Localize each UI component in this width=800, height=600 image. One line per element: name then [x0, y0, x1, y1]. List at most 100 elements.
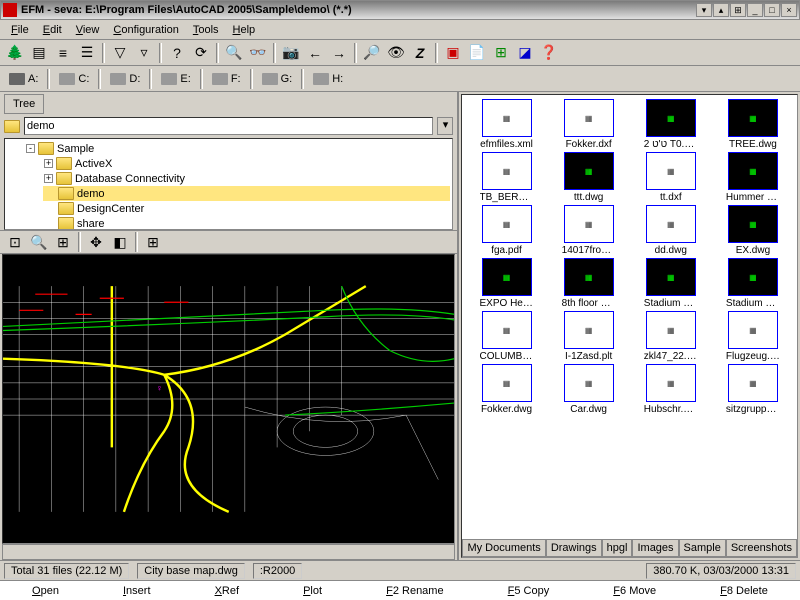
- drive-h[interactable]: H:: [308, 70, 348, 88]
- layers-icon[interactable]: ◧: [109, 231, 131, 253]
- folder-tab[interactable]: Images: [632, 540, 678, 557]
- maximize-button[interactable]: □: [764, 3, 780, 17]
- tree-node[interactable]: -Sample: [25, 141, 450, 156]
- detail-icon[interactable]: ☰: [76, 42, 98, 64]
- thumbnail[interactable]: ▦COLUMBIA…: [466, 311, 546, 362]
- zoom-icon[interactable]: 🔎: [361, 42, 383, 64]
- fn-open[interactable]: Open: [32, 585, 59, 597]
- folder-tab[interactable]: My Documents: [462, 540, 545, 557]
- fwd-icon[interactable]: →: [328, 42, 350, 64]
- help-icon[interactable]: ❓: [538, 42, 560, 64]
- thumbnail[interactable]: ▦Flugzeug.d…: [713, 311, 793, 362]
- app-icon[interactable]: ◪: [514, 42, 536, 64]
- menu-file[interactable]: File: [4, 22, 36, 38]
- new-window-icon[interactable]: ▣: [442, 42, 464, 64]
- fn-f8-delete[interactable]: F8 Delete: [720, 585, 768, 597]
- fn-f2-rename[interactable]: F2 Rename: [386, 585, 444, 597]
- excel-icon[interactable]: ⊞: [490, 42, 512, 64]
- lightning-icon[interactable]: Z: [409, 42, 431, 64]
- thumbnail[interactable]: ▦dd.dwg: [631, 205, 711, 256]
- thumbnail[interactable]: ▦tt.dxf: [631, 152, 711, 203]
- doc-icon[interactable]: 📄: [466, 42, 488, 64]
- menu-tools[interactable]: Tools: [186, 22, 226, 38]
- zoom-extents-icon[interactable]: ⊡: [4, 231, 26, 253]
- tree-panel[interactable]: -Sample+ActiveX+Database Connectivitydem…: [4, 138, 453, 230]
- menu-edit[interactable]: Edit: [36, 22, 69, 38]
- fn-plot[interactable]: Plot: [303, 585, 322, 597]
- menu-configuration[interactable]: Configuration: [106, 22, 185, 38]
- tree-node[interactable]: +ActiveX: [43, 156, 450, 171]
- search-icon[interactable]: 🔍: [223, 42, 245, 64]
- eye-icon[interactable]: 👁: [385, 42, 407, 64]
- filter-icon[interactable]: ▽: [109, 42, 131, 64]
- close-button[interactable]: ×: [781, 3, 797, 17]
- menu-help[interactable]: Help: [226, 22, 263, 38]
- drive-g[interactable]: G:: [257, 70, 298, 88]
- status-total: Total 31 files (22.12 M): [4, 563, 129, 579]
- thumbnail[interactable]: ▦Fokker.dxf: [549, 99, 629, 150]
- path-dropdown[interactable]: ▾: [437, 117, 453, 135]
- camera-icon[interactable]: 📷: [280, 42, 302, 64]
- thumbnail[interactable]: ▦sitzgruppe…: [713, 364, 793, 415]
- sys-btn[interactable]: ▴: [713, 3, 729, 17]
- tree-node[interactable]: share: [43, 216, 450, 230]
- thumbnail[interactable]: ▦TREE.dwg: [713, 99, 793, 150]
- list-icon[interactable]: ≡: [52, 42, 74, 64]
- minimize-button[interactable]: _: [747, 3, 763, 17]
- fn-f6-move[interactable]: F6 Move: [613, 585, 656, 597]
- thumbnail[interactable]: ▦I-1Zasd.plt: [549, 311, 629, 362]
- thumbnail[interactable]: ▦Hummer El…: [713, 152, 793, 203]
- tree-node[interactable]: demo: [43, 186, 450, 201]
- thumbnail[interactable]: ▦fga.pdf: [466, 205, 546, 256]
- thumbnail[interactable]: ▦ttt.dwg: [549, 152, 629, 203]
- binoculars-icon[interactable]: 👓: [247, 42, 269, 64]
- cad-viewport[interactable]: ♀: [2, 254, 455, 544]
- tree-node[interactable]: DesignCenter: [43, 201, 450, 216]
- thumbnail[interactable]: ▦Car.dwg: [549, 364, 629, 415]
- path-input[interactable]: [24, 117, 433, 135]
- zoom-in-icon[interactable]: 🔍: [28, 231, 50, 253]
- thumbnail[interactable]: ▦Hubschr.dwg: [631, 364, 711, 415]
- thumbnail[interactable]: ▦8th floor hv…: [549, 258, 629, 309]
- titlebar: EFM - seva: E:\Program Files\AutoCAD 200…: [0, 0, 800, 20]
- menu-view[interactable]: View: [69, 22, 107, 38]
- drive-d[interactable]: D:: [105, 70, 145, 88]
- thumbnail[interactable]: ▦2 ט'ט T0.d…: [631, 99, 711, 150]
- tree-icon[interactable]: 🌲: [4, 42, 26, 64]
- grid-icon[interactable]: ⊞: [142, 231, 164, 253]
- fn-insert[interactable]: Insert: [123, 585, 151, 597]
- drive-f[interactable]: F:: [207, 70, 246, 88]
- drive-c[interactable]: C:: [54, 70, 94, 88]
- fn-f5-copy[interactable]: F5 Copy: [508, 585, 550, 597]
- drive-a[interactable]: A:: [4, 70, 43, 88]
- fn-xref[interactable]: XRef: [215, 585, 239, 597]
- thumbnail[interactable]: ▦zkl47_22.P…: [631, 311, 711, 362]
- thumbnail[interactable]: ▦EXPO Hea…: [466, 258, 546, 309]
- info-icon[interactable]: ?: [166, 42, 188, 64]
- pan-icon[interactable]: ✥: [85, 231, 107, 253]
- thumbnail[interactable]: ▦EX.dwg: [713, 205, 793, 256]
- thumbnail[interactable]: ▦14017from…: [549, 205, 629, 256]
- tree-tab[interactable]: Tree: [4, 94, 44, 114]
- view-icon[interactable]: ▤: [28, 42, 50, 64]
- thumbnail[interactable]: ▦TB_BER~1…: [466, 152, 546, 203]
- back-icon[interactable]: ←: [304, 42, 326, 64]
- thumbnail[interactable]: ▦efmfiles.xml: [466, 99, 546, 150]
- thumbnail[interactable]: ▦Stadium Pl…: [713, 258, 793, 309]
- thumbnail-grid[interactable]: ▦efmfiles.xml▦Fokker.dxf▦2 ט'ט T0.d…▦TRE…: [462, 95, 797, 539]
- h-scrollbar[interactable]: [2, 544, 455, 560]
- sort-icon[interactable]: ▿: [133, 42, 155, 64]
- thumbnail[interactable]: ▦Fokker.dwg: [466, 364, 546, 415]
- refresh-icon[interactable]: ⟳: [190, 42, 212, 64]
- path-bar: ▾: [0, 114, 457, 138]
- sys-btn[interactable]: ▾: [696, 3, 712, 17]
- folder-tab[interactable]: Sample: [679, 540, 726, 557]
- folder-tab[interactable]: hpgl: [602, 540, 633, 557]
- zoom-window-icon[interactable]: ⊞: [52, 231, 74, 253]
- drive-e[interactable]: E:: [156, 70, 195, 88]
- thumbnail[interactable]: ▦Stadium So…: [631, 258, 711, 309]
- folder-tab[interactable]: Screenshots: [726, 540, 797, 557]
- sys-btn[interactable]: ⊞: [730, 3, 746, 17]
- folder-tab[interactable]: Drawings: [546, 540, 602, 557]
- tree-node[interactable]: +Database Connectivity: [43, 171, 450, 186]
